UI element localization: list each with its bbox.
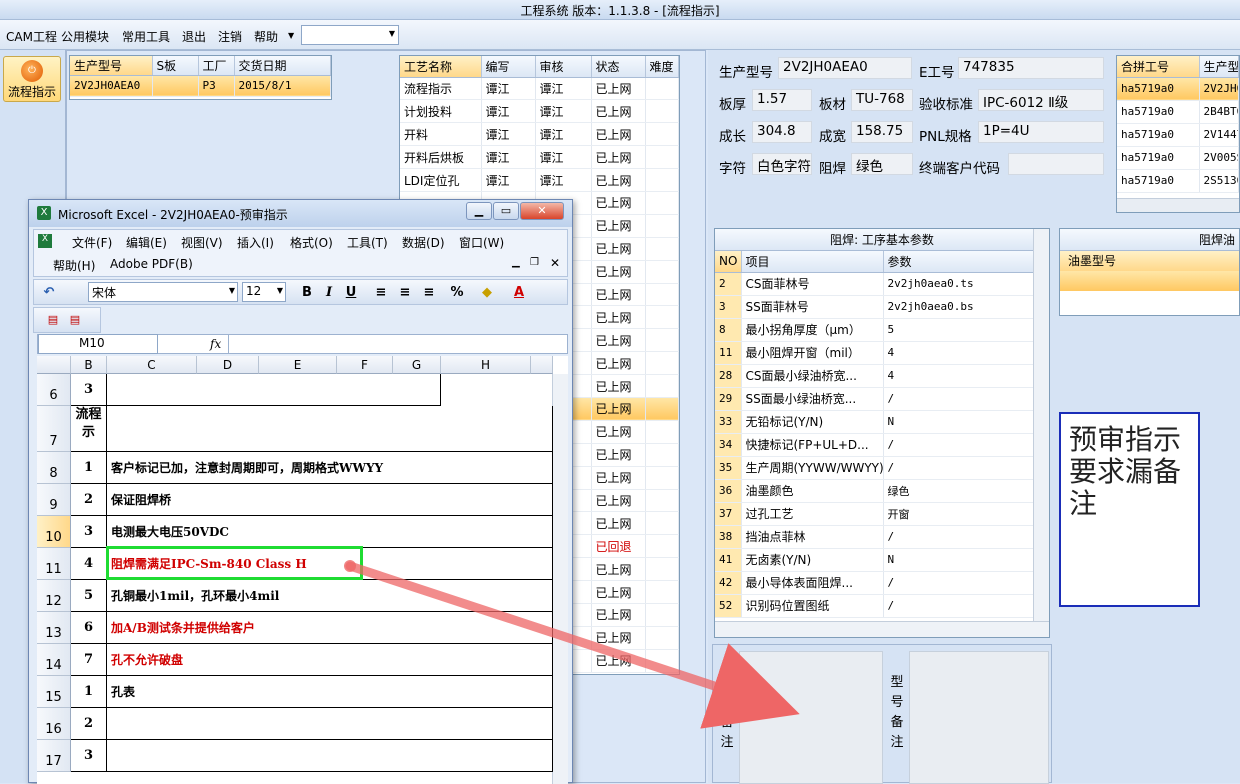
annotation-arrow — [344, 560, 800, 729]
arrow-start — [344, 560, 356, 572]
arrow-line — [345, 561, 800, 729]
